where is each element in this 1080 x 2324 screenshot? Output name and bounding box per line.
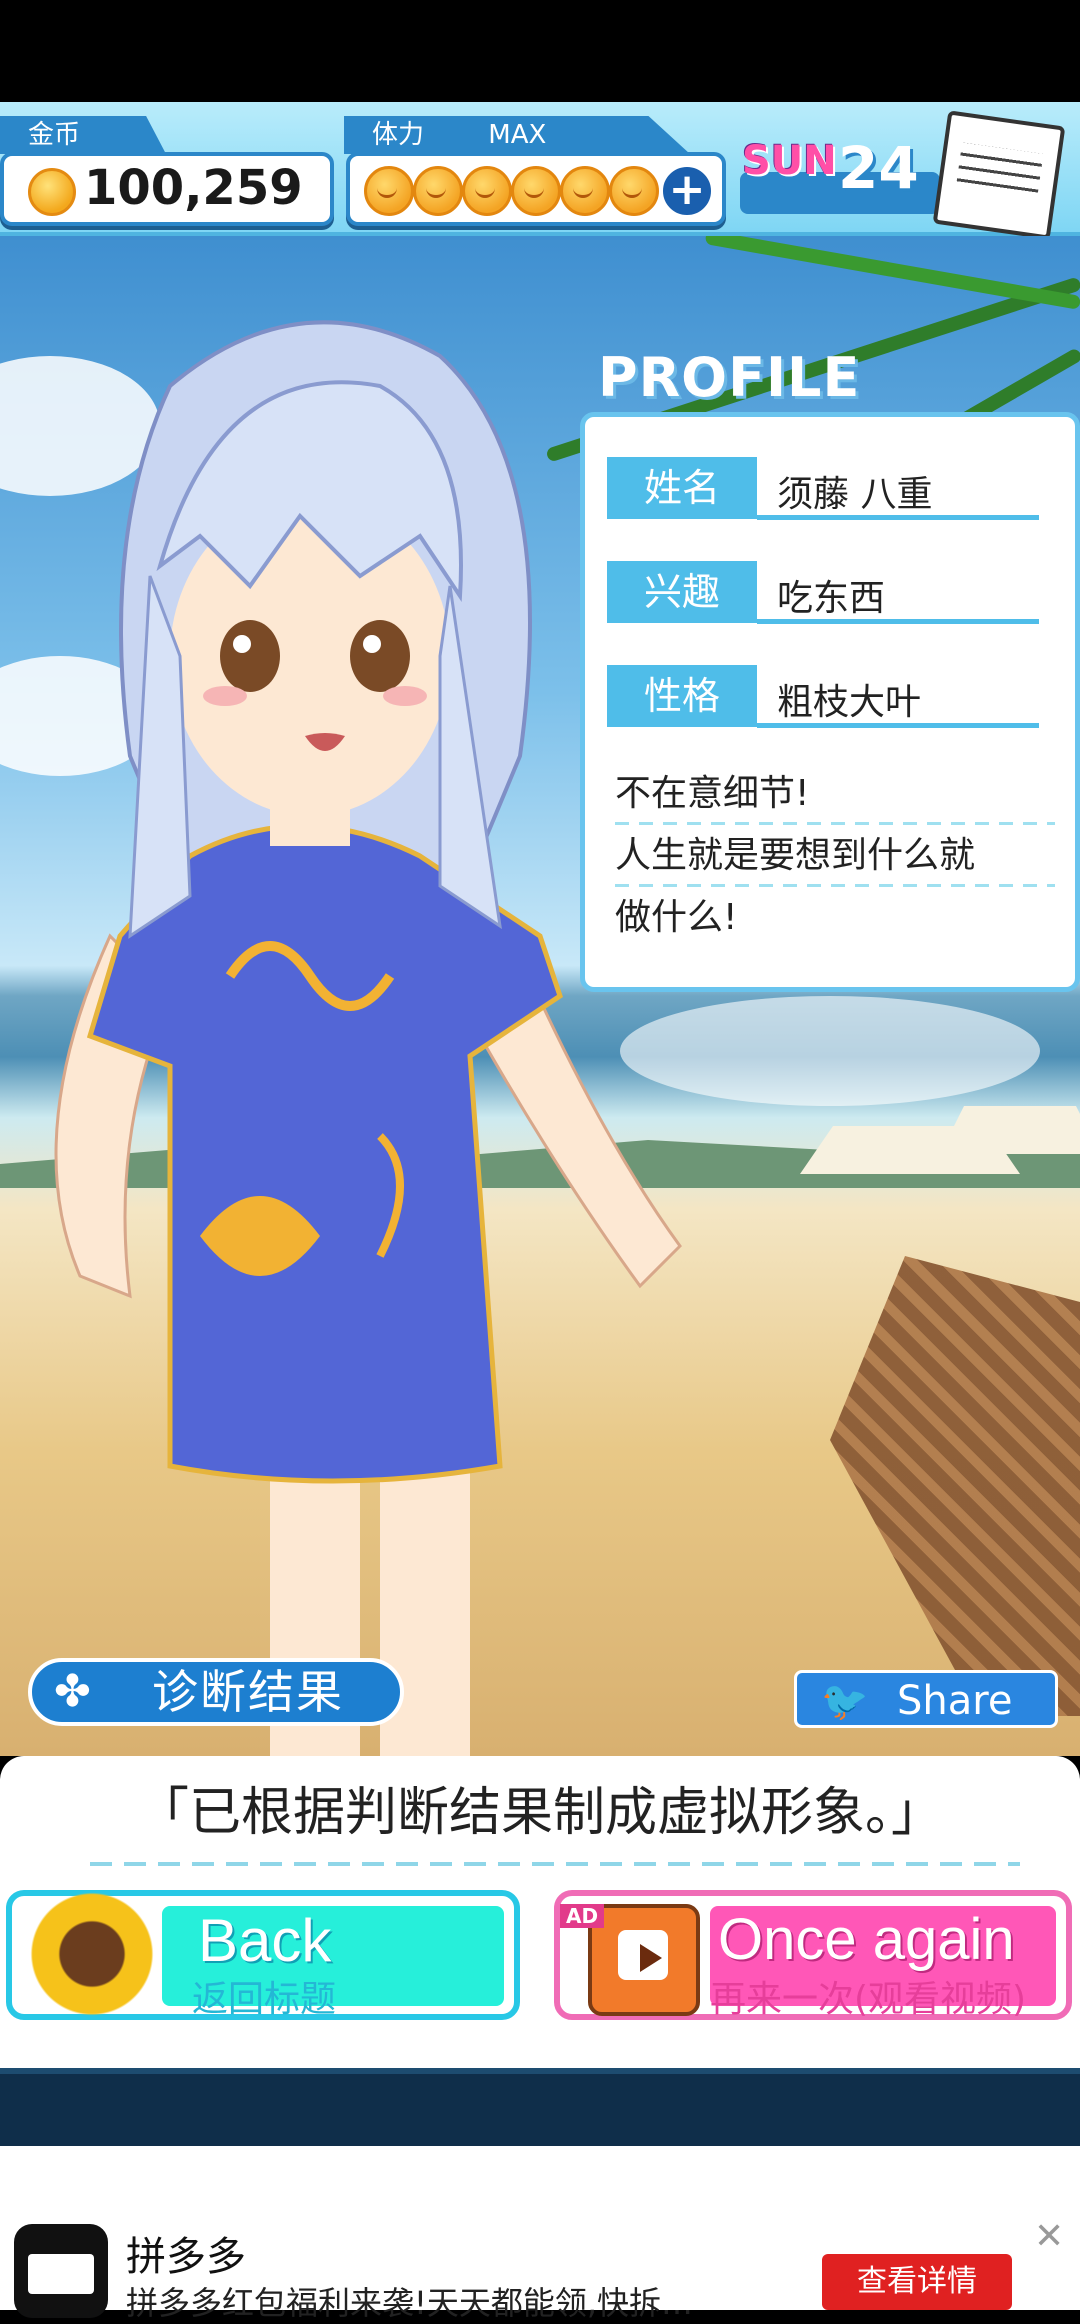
profile-label: 姓名 xyxy=(607,457,757,519)
clover-icon: ✤ xyxy=(54,1666,91,1717)
profile-heading: PROFILE xyxy=(598,346,861,409)
smile-icon xyxy=(511,166,561,216)
underline xyxy=(757,619,1039,624)
beach-loungers xyxy=(830,1256,1080,1716)
description-line: 人生就是要想到什么就 xyxy=(615,825,1055,887)
smile-icon xyxy=(364,166,414,216)
app-logo-icon xyxy=(14,2224,108,2318)
smile-icon xyxy=(413,166,463,216)
coins-label: 金币 xyxy=(0,116,166,154)
palm-frond xyxy=(704,236,1080,310)
underline xyxy=(757,515,1039,520)
diagnosis-result-pill: ✤ 诊断结果 xyxy=(28,1658,404,1726)
stamina-tag: 体力 MAX xyxy=(344,116,690,154)
ad-view-details-button[interactable]: 查看详情 xyxy=(822,2254,1012,2310)
smile-icon xyxy=(609,166,659,216)
result-message: 「已根据判断结果制成虚拟形象。」 xyxy=(136,1783,943,1843)
back-title: Back xyxy=(198,1907,332,1974)
ad-description: 拼多多红包福利来袭!天天都能领,快拆… xyxy=(126,2284,694,2322)
profile-row-name: 姓名 须藤 八重 xyxy=(607,457,1039,521)
profile-value: 吃东西 xyxy=(777,578,886,619)
coin-icon xyxy=(28,168,76,216)
smile-icon xyxy=(462,166,512,216)
status-bar xyxy=(0,0,1080,102)
once-again-title: Once again xyxy=(718,1907,1015,1972)
sunflower-icon xyxy=(22,1884,162,2024)
ad-badge: AD xyxy=(560,1904,605,1928)
notepad-icon[interactable] xyxy=(932,110,1066,240)
underline xyxy=(757,723,1039,728)
beach-umbrella xyxy=(940,1106,1080,1154)
profile-row-personality: 性格 粗枝大叶 xyxy=(607,665,1039,729)
profile-description: 不在意细节! 人生就是要想到什么就 做什么! xyxy=(615,763,1055,949)
profile-label: 兴趣 xyxy=(607,561,757,623)
day-label: SUN xyxy=(742,138,837,184)
profile-card: 姓名 须藤 八重 兴趣 吃东西 性格 粗枝大叶 不在意细节! 人生就是要想到什么… xyxy=(580,412,1080,992)
profile-value: 粗枝大叶 xyxy=(777,682,922,723)
stamina-status: MAX xyxy=(488,120,547,150)
date-number: 24 xyxy=(838,134,919,202)
profile-value: 须藤 八重 xyxy=(777,474,933,515)
close-icon[interactable]: ✕ xyxy=(1034,2216,1064,2257)
dashed-divider xyxy=(90,1862,1020,1866)
once-again-button[interactable]: AD Once again 再来一次(观看视频) xyxy=(554,1890,1072,2020)
share-button[interactable]: 🐦 Share xyxy=(794,1670,1058,1728)
play-icon xyxy=(640,1944,662,1972)
stamina-meter: + xyxy=(346,152,726,226)
once-again-subtitle: 再来一次(观看视频) xyxy=(710,1979,1027,2020)
stamina-label: 体力 xyxy=(372,120,425,150)
description-line: 做什么! xyxy=(615,897,738,938)
profile-label: 性格 xyxy=(607,665,757,727)
add-stamina-button[interactable]: + xyxy=(660,164,714,218)
back-subtitle: 返回标题 xyxy=(192,1979,337,2020)
video-icon xyxy=(588,1904,700,2016)
coins-value: 100,259 xyxy=(84,160,303,216)
ad-title: 拼多多 xyxy=(126,2234,246,2280)
coins-counter: 100,259 xyxy=(0,152,334,226)
share-label: Share xyxy=(897,1678,1013,1724)
profile-row-hobby: 兴趣 吃东西 xyxy=(607,561,1039,625)
twitter-bird-icon: 🐦 xyxy=(821,1679,869,1723)
diagnosis-label: 诊断结果 xyxy=(152,1665,344,1719)
footer-strip xyxy=(0,2068,1080,2152)
description-line: 不在意细节! xyxy=(615,763,1055,825)
smile-icon xyxy=(560,166,610,216)
back-button[interactable]: Back 返回标题 xyxy=(6,1884,520,2024)
